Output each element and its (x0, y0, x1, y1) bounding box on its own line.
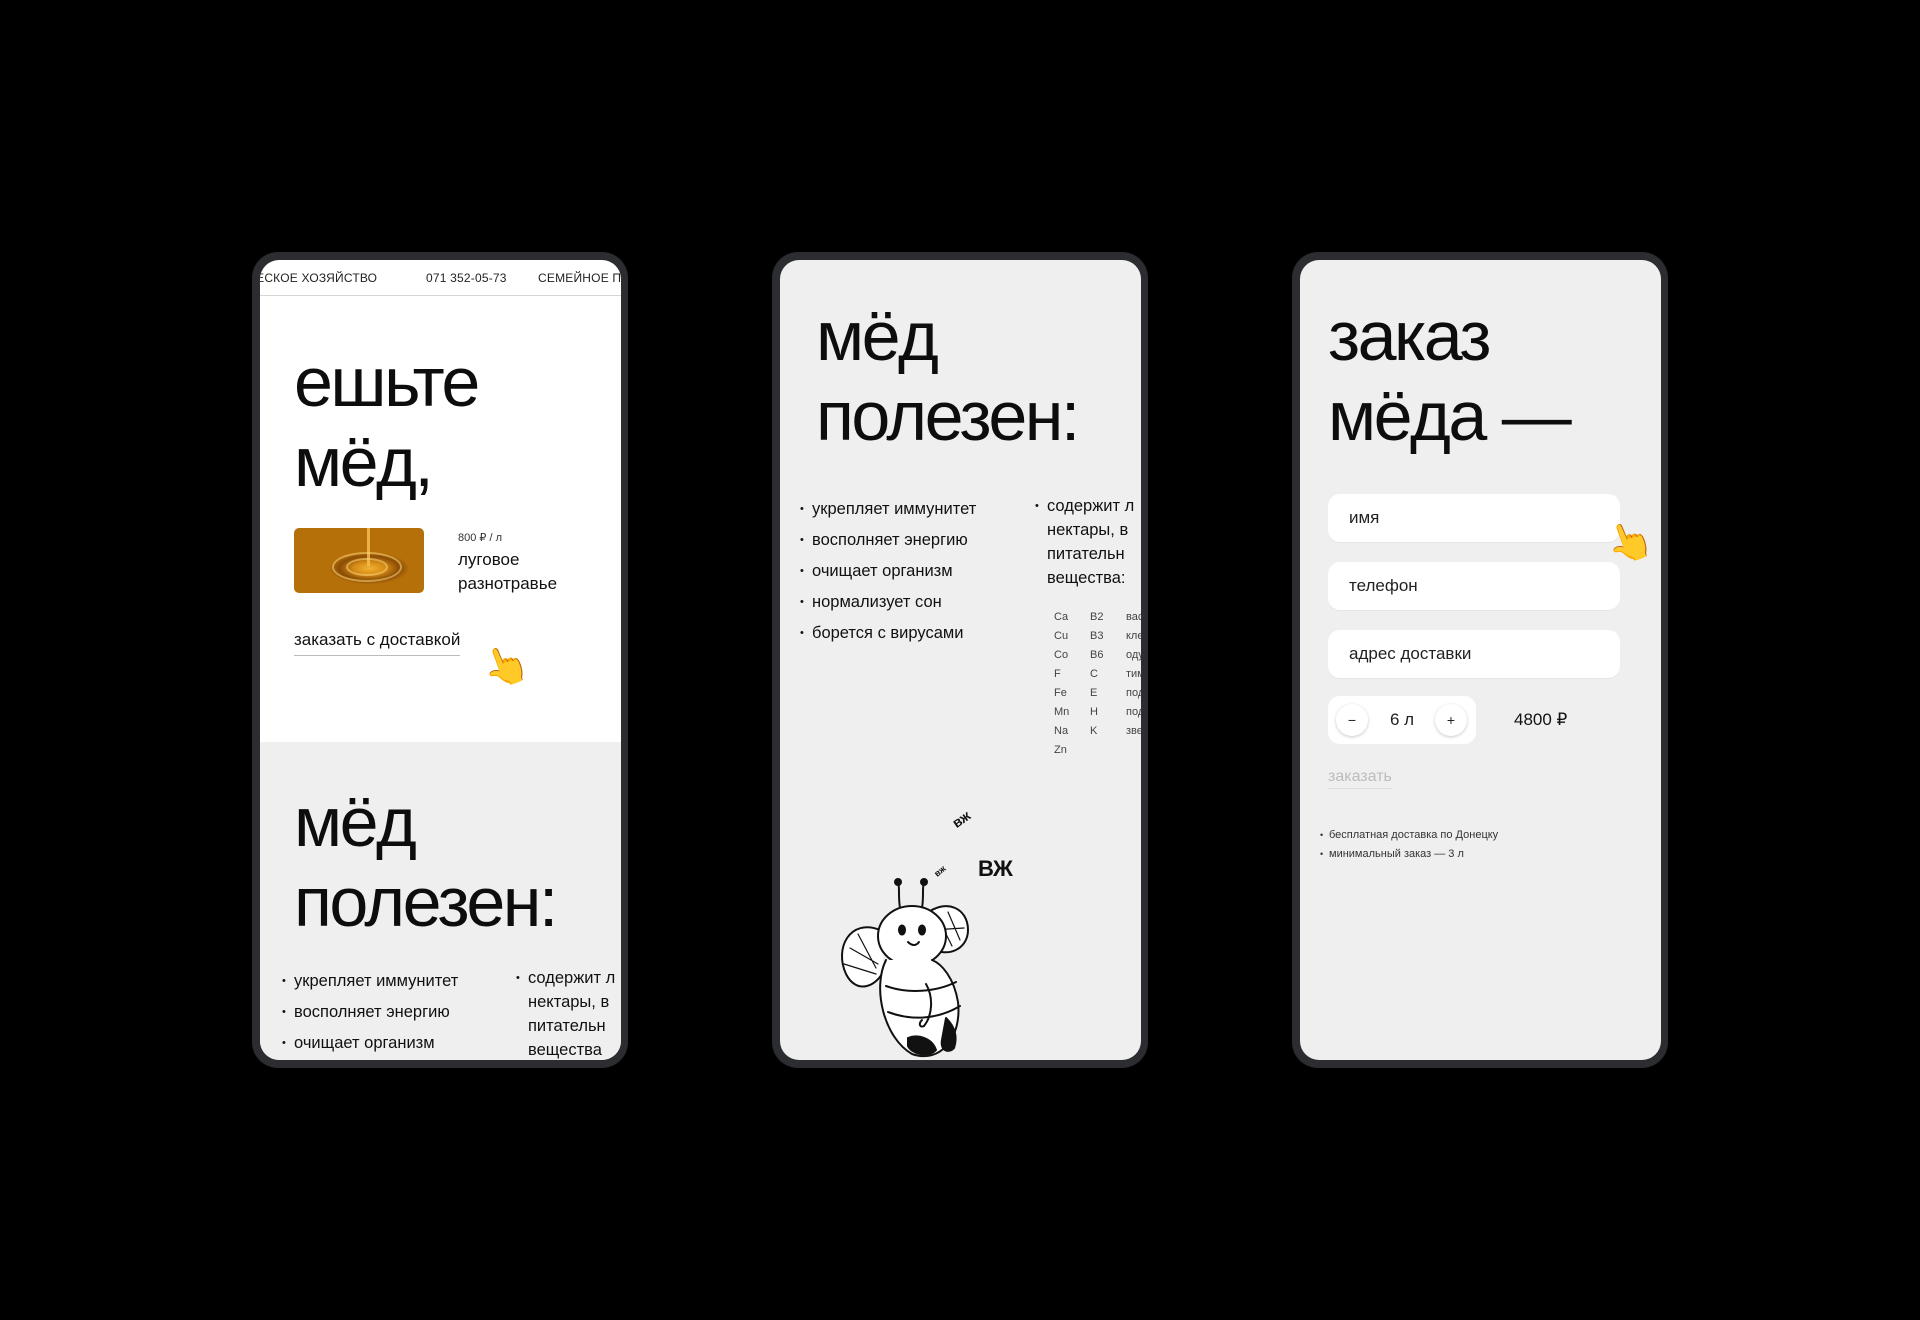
contains-list: содержит лнектары, впитательнвещества (516, 966, 621, 1060)
product-name-line-1: луговое (458, 550, 520, 569)
benefits-title-line-1: мёд (294, 783, 417, 861)
benefits-title-line-2: полезен: (294, 863, 558, 941)
phone-mockup-landing: ДЧЕСКОЕ ХОЗЯЙСТВО 071 352-05-73 СЕМЕЙНОЕ… (252, 252, 628, 1068)
list-item: восполняет энергию (800, 525, 976, 556)
hero-title: ешьте мёд, (294, 342, 480, 502)
list-item: укрепляет иммунитет (800, 494, 976, 525)
order-total: 4800 ₽ (1514, 710, 1568, 729)
bee-illustration-icon (841, 878, 969, 1058)
pointing-hand-icon: 👆 (476, 639, 536, 695)
product-name-line-2: разнотравье (458, 574, 558, 593)
table-row: F Cтим (1054, 668, 1141, 680)
hero-title-line-1: ешьте (294, 343, 480, 421)
list-item: содержит лнектары, впитательнвещества: (1035, 494, 1141, 590)
phone-screen-landing: ДЧЕСКОЕ ХОЗЯЙСТВО 071 352-05-73 СЕМЕЙНОЕ… (260, 260, 621, 1060)
quantity-stepper: − 6 л + (1328, 696, 1476, 744)
product-price: 800 ₽ / л (458, 532, 502, 544)
submit-order-button[interactable]: заказать (1328, 768, 1392, 789)
list-item: минимальный заказ — 3 л (1320, 845, 1498, 864)
order-delivery-link[interactable]: заказать с доставкой (294, 630, 461, 656)
nutrients-table: CaB2вас CuB3кле CoB6оду FCтим FeEпод MnH… (1054, 608, 1141, 760)
list-item: очищает организм (282, 1028, 458, 1059)
order-title: заказ мёда — (1328, 296, 1572, 456)
decrease-quantity-button[interactable]: − (1336, 704, 1368, 736)
list-item: восполняет энергию (282, 997, 458, 1028)
table-row: Ca B2 вас (1054, 611, 1141, 623)
buzz-text: вж (949, 807, 974, 831)
benefits-title-line-2: полезен: (816, 377, 1080, 455)
hero-title-line-2: мёд, (294, 423, 434, 501)
benefits-list: укрепляет иммунитет восполняет энергию о… (800, 494, 976, 649)
header-marquee: ДЧЕСКОЕ ХОЗЯЙСТВО 071 352-05-73 СЕМЕЙНОЕ… (260, 260, 621, 296)
table-row: FeEпод (1054, 687, 1141, 699)
list-item: бесплатная доставка по Донецку (1320, 826, 1498, 845)
phone-mockup-benefits: мёд полезен: укрепляет иммунитет восполн… (772, 252, 1148, 1068)
list-item: содержит лнектары, впитательнвещества (516, 966, 621, 1060)
marquee-family-text: СЕМЕЙНОЕ ПЧ (538, 271, 621, 285)
table-row: Cu B3 кле (1054, 630, 1141, 642)
table-row: CoB6оду (1054, 649, 1141, 661)
benefits-section: мёд полезен: укрепляет иммунитет восполн… (260, 742, 621, 1060)
phone-field[interactable]: телефон (1328, 562, 1620, 610)
marquee-phone-number[interactable]: 071 352-05-73 (426, 260, 507, 295)
honey-product-image (294, 528, 424, 593)
phone-screen-benefits: мёд полезен: укрепляет иммунитет восполн… (780, 260, 1141, 1060)
list-item: очищает организм (800, 556, 976, 587)
list-item: борется с вирусами (800, 618, 976, 649)
benefits-title: мёд полезен: (294, 782, 558, 942)
quantity-value: 6 л (1389, 710, 1415, 729)
benefits-title: мёд полезен: (816, 296, 1080, 456)
name-field[interactable]: имя (1328, 494, 1620, 542)
list-item: нормализует сон (800, 587, 976, 618)
order-title-line-1: заказ (1328, 297, 1491, 375)
address-field[interactable]: адрес доставки (1328, 630, 1620, 678)
buzz-text: вж (932, 863, 948, 879)
table-row: NaKзвез (1054, 725, 1141, 737)
table-row: Zn (1054, 744, 1067, 756)
order-notes: бесплатная доставка по Донецку минимальн… (1320, 826, 1498, 864)
table-row: MnHпод (1054, 706, 1141, 718)
product-name: луговое разнотравье (458, 548, 588, 596)
list-item: укрепляет иммунитет (282, 966, 458, 997)
benefits-title-line-1: мёд (816, 297, 939, 375)
phone-screen-order: заказ мёда — имя 👆 телефон адрес доставк… (1300, 260, 1661, 1060)
marquee-farm-text: ДЧЕСКОЕ ХОЗЯЙСТВО (260, 271, 378, 285)
benefits-list: укрепляет иммунитет восполняет энергию о… (282, 966, 458, 1059)
increase-quantity-button[interactable]: + (1435, 704, 1467, 736)
contains-list: содержит лнектары, впитательнвещества: (1035, 494, 1141, 590)
phone-mockup-order: заказ мёда — имя 👆 телефон адрес доставк… (1292, 252, 1668, 1068)
order-title-line-2: мёда — (1328, 377, 1572, 455)
